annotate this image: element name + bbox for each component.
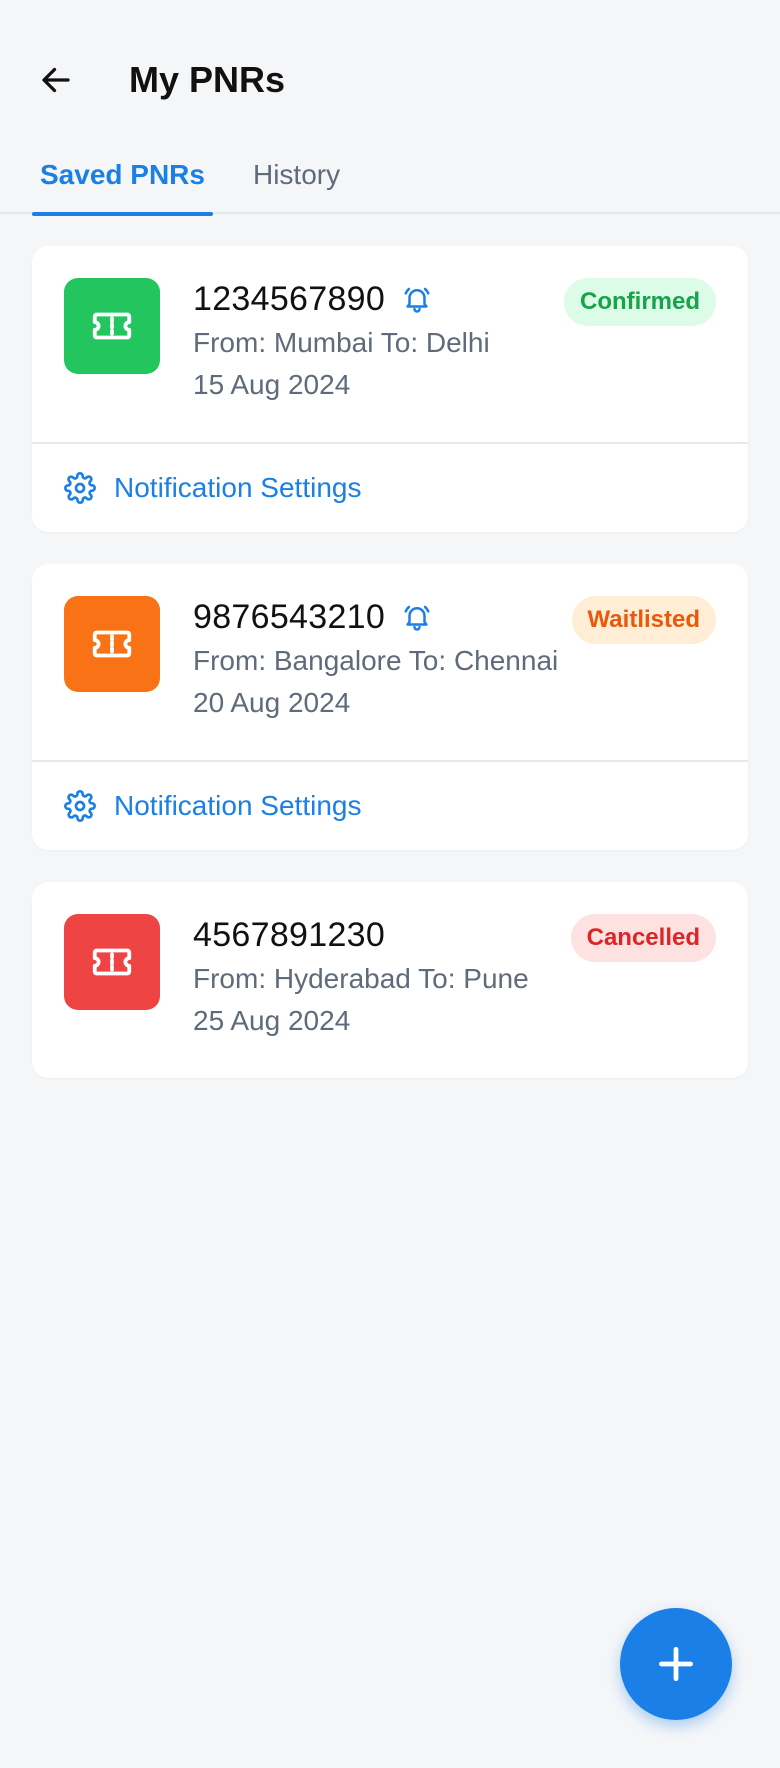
pnr-number: 1234567890 xyxy=(193,279,386,318)
tab-history[interactable]: History xyxy=(245,136,348,214)
page-title: My PNRs xyxy=(129,59,286,100)
pnr-card-main[interactable]: 4567891230 From: Hyderabad To: Pune 25 A… xyxy=(32,882,748,1078)
pnr-number: 9876543210 xyxy=(193,597,386,636)
ticket-icon xyxy=(92,312,132,340)
back-button[interactable] xyxy=(32,56,80,104)
pnr-info: 9876543210 From: Bangalore To: Chennai 2… xyxy=(193,594,608,724)
pnr-info: 1234567890 From: Mumbai To: Delhi 15 Aug… xyxy=(193,276,598,406)
ticket-tile xyxy=(64,914,160,1010)
notification-settings-button[interactable]: Notification Settings xyxy=(32,442,748,532)
pnr-card-main[interactable]: 9876543210 From: Bangalore To: Chennai 2… xyxy=(32,564,748,760)
pnr-card[interactable]: 4567891230 From: Hyderabad To: Pune 25 A… xyxy=(32,882,748,1078)
ticket-icon xyxy=(92,948,132,976)
pnr-card-main[interactable]: 1234567890 From: Mumbai To: Delhi 15 Aug… xyxy=(32,246,748,442)
ticket-icon xyxy=(92,630,132,658)
pnr-card[interactable]: 1234567890 From: Mumbai To: Delhi 15 Aug… xyxy=(32,246,748,532)
pnr-date: 20 Aug 2024 xyxy=(193,687,351,718)
tab-bar: Saved PNRs History xyxy=(0,136,780,216)
gear-icon xyxy=(64,472,96,504)
tab-saved-pnrs[interactable]: Saved PNRs xyxy=(32,136,213,216)
pnr-route: From: Hyderabad To: Pune xyxy=(193,963,529,994)
notification-settings-label: Notification Settings xyxy=(114,472,362,503)
status-badge: Confirmed xyxy=(564,278,716,326)
arrow-left-icon xyxy=(42,67,70,93)
status-badge: Cancelled xyxy=(570,914,716,962)
ticket-tile xyxy=(64,278,160,374)
pnr-route: From: Bangalore To: Chennai xyxy=(193,645,559,676)
add-pnr-button[interactable] xyxy=(620,1608,732,1720)
pnr-route: From: Mumbai To: Delhi xyxy=(193,327,490,358)
bell-icon[interactable] xyxy=(401,283,433,315)
pnr-list: 1234567890 From: Mumbai To: Delhi 15 Aug… xyxy=(0,214,780,1078)
pnr-date: 25 Aug 2024 xyxy=(193,1005,351,1036)
pnr-info: 4567891230 From: Hyderabad To: Pune 25 A… xyxy=(193,912,598,1042)
pnr-date: 15 Aug 2024 xyxy=(193,369,351,400)
notification-settings-button[interactable]: Notification Settings xyxy=(32,760,748,850)
bell-icon[interactable] xyxy=(401,601,433,633)
ticket-tile xyxy=(64,596,160,692)
gear-icon xyxy=(64,790,96,822)
plus-icon xyxy=(658,1646,694,1682)
notification-settings-label: Notification Settings xyxy=(114,790,362,821)
status-badge: Waitlisted xyxy=(571,596,716,644)
pnr-card[interactable]: 9876543210 From: Bangalore To: Chennai 2… xyxy=(32,564,748,850)
app-root: My PNRs Saved PNRs History 1234567890 Fr… xyxy=(0,0,780,1768)
pnr-number: 4567891230 xyxy=(193,915,386,954)
